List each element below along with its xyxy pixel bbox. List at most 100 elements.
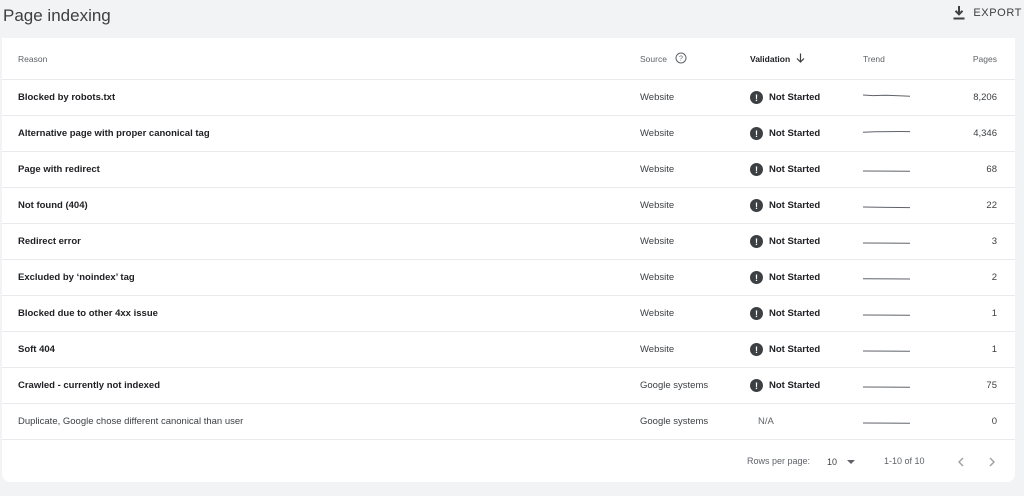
trend-sparkline bbox=[863, 206, 911, 208]
column-header-validation-label: Validation bbox=[750, 53, 791, 64]
trend-sparkline bbox=[863, 386, 911, 388]
table-row[interactable]: Duplicate, Google chose different canoni… bbox=[2, 404, 1015, 440]
reason-cell: Blocked due to other 4xx issue bbox=[18, 308, 158, 319]
validation-status: Not Started bbox=[769, 272, 821, 283]
pages-cell: 0 bbox=[991, 416, 997, 427]
top-bar: Page indexing EXPORT bbox=[0, 0, 1024, 36]
trend-cell bbox=[863, 116, 923, 151]
reason-cell: Not found (404) bbox=[18, 200, 88, 211]
source-cell: Google systems bbox=[640, 416, 709, 427]
rows-per-page-select[interactable]: 10 bbox=[827, 453, 856, 471]
validation-cell: ! Not Started bbox=[750, 332, 860, 367]
next-page-button[interactable] bbox=[984, 454, 1000, 470]
validation-cell: ! Not Started bbox=[750, 116, 860, 151]
trend-cell bbox=[863, 152, 923, 187]
table-row[interactable]: Soft 404 Website! Not Started 1 bbox=[2, 332, 1015, 368]
svg-text:?: ? bbox=[679, 55, 683, 62]
pages-cell: 75 bbox=[986, 380, 997, 391]
validation-cell: ! Not Started bbox=[750, 152, 860, 187]
pages-cell: 8,206 bbox=[973, 92, 997, 103]
reason-cell: Page with redirect bbox=[18, 164, 100, 175]
reason-cell: Soft 404 bbox=[18, 344, 55, 355]
table-footer: Rows per page: 10 1-10 of 10 bbox=[2, 442, 1015, 482]
validation-cell: ! Not Started bbox=[750, 188, 860, 223]
reason-cell: Alternative page with proper canonical t… bbox=[18, 128, 210, 139]
trend-sparkline bbox=[863, 94, 911, 97]
exclamation-circle-icon: ! bbox=[750, 199, 763, 212]
trend-sparkline bbox=[863, 314, 911, 316]
validation-status: Not Started bbox=[769, 344, 821, 355]
validation-status: Not Started bbox=[769, 308, 821, 319]
column-header-pages[interactable]: Pages bbox=[937, 38, 997, 79]
validation-cell: N/A bbox=[758, 416, 774, 427]
trend-sparkline bbox=[863, 130, 911, 133]
pages-cell: 4,346 bbox=[973, 128, 997, 139]
export-button[interactable]: EXPORT bbox=[953, 6, 1022, 20]
validation-cell: ! Not Started bbox=[750, 260, 860, 295]
column-header-reason[interactable]: Reason bbox=[18, 38, 618, 79]
trend-cell bbox=[863, 368, 923, 403]
validation-status: Not Started bbox=[769, 128, 821, 139]
exclamation-circle-icon: ! bbox=[750, 343, 763, 356]
reason-cell: Duplicate, Google chose different canoni… bbox=[18, 416, 244, 427]
source-cell: Google systems bbox=[640, 380, 709, 391]
exclamation-circle-icon: ! bbox=[750, 91, 763, 104]
trend-sparkline bbox=[863, 422, 911, 424]
export-label: EXPORT bbox=[973, 7, 1022, 19]
source-cell: Website bbox=[640, 128, 675, 139]
reason-cell: Blocked by robots.txt bbox=[18, 92, 116, 103]
table-row[interactable]: Blocked due to other 4xx issue Website! No… bbox=[2, 296, 1015, 332]
exclamation-circle-icon: ! bbox=[750, 379, 763, 392]
validation-status: Not Started bbox=[769, 380, 821, 391]
trend-cell bbox=[863, 80, 923, 115]
rows-per-page-label: Rows per page: bbox=[747, 456, 811, 466]
pages-cell: 68 bbox=[986, 164, 997, 175]
table-row[interactable]: Page with redirect Website! Not Started 68 bbox=[2, 152, 1015, 188]
source-cell: Website bbox=[640, 308, 675, 319]
pages-cell: 2 bbox=[991, 272, 997, 283]
table-row[interactable]: Alternative page with proper canonical t… bbox=[2, 116, 1015, 152]
source-cell: Website bbox=[640, 92, 675, 103]
exclamation-circle-icon: ! bbox=[750, 163, 763, 176]
help-circle-icon[interactable]: ? bbox=[675, 52, 687, 66]
validation-status: Not Started bbox=[769, 200, 821, 211]
column-header-trend: Trend bbox=[863, 53, 885, 64]
trend-sparkline bbox=[863, 242, 911, 244]
rows-per-page-value: 10 bbox=[827, 457, 838, 467]
trend-cell bbox=[863, 296, 923, 331]
trend-sparkline bbox=[863, 170, 911, 172]
trend-sparkline bbox=[863, 350, 911, 352]
reason-cell: Excluded by ‘noindex’ tag bbox=[18, 272, 135, 283]
validation-status: Not Started bbox=[769, 164, 821, 175]
validation-status: Not Started bbox=[769, 236, 821, 247]
source-cell: Website bbox=[640, 236, 675, 247]
exclamation-circle-icon: ! bbox=[750, 127, 763, 140]
pages-cell: 22 bbox=[986, 200, 997, 211]
source-cell: Website bbox=[640, 272, 675, 283]
issues-table: Reason Source ? Validation Trend Pages B… bbox=[2, 38, 1015, 482]
table-row[interactable]: Crawled - currently not indexed Google sy… bbox=[2, 368, 1015, 404]
source-cell: Website bbox=[640, 164, 675, 175]
pagination-range: 1-10 of 10 bbox=[884, 456, 925, 466]
validation-status: Not Started bbox=[769, 92, 821, 103]
source-cell: Website bbox=[640, 344, 675, 355]
previous-page-button[interactable] bbox=[953, 454, 969, 470]
trend-cell bbox=[863, 188, 923, 223]
download-icon bbox=[953, 6, 965, 20]
validation-cell: ! Not Started bbox=[750, 80, 860, 115]
pages-cell: 1 bbox=[991, 344, 997, 355]
table-row[interactable]: Redirect error Website! Not Started 3 bbox=[2, 224, 1015, 260]
column-header-source[interactable]: Source ? bbox=[640, 38, 740, 79]
table-header-row: Reason Source ? Validation Trend Pages bbox=[2, 38, 1015, 80]
source-cell: Website bbox=[640, 200, 675, 211]
exclamation-circle-icon: ! bbox=[750, 271, 763, 284]
reason-cell: Crawled - currently not indexed bbox=[18, 380, 160, 391]
column-header-validation[interactable]: Validation bbox=[750, 38, 860, 79]
exclamation-circle-icon: ! bbox=[750, 235, 763, 248]
table-row[interactable]: Not found (404) Website! Not Started 22 bbox=[2, 188, 1015, 224]
trend-cell bbox=[863, 332, 923, 367]
trend-cell bbox=[863, 404, 923, 439]
chevron-left-icon bbox=[957, 455, 965, 470]
table-row[interactable]: Excluded by ‘noindex’ tag Website! Not Sta… bbox=[2, 260, 1015, 296]
table-row[interactable]: Blocked by robots.txt Website! Not Started… bbox=[2, 80, 1015, 116]
